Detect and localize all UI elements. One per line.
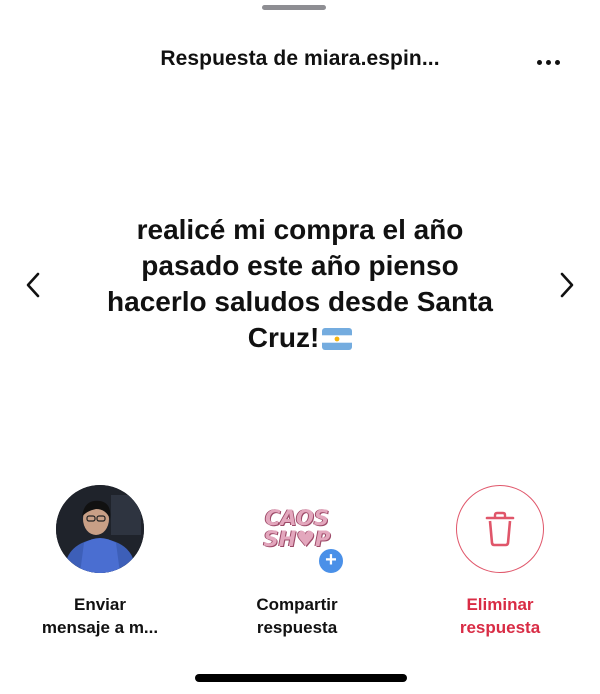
reply-sheet: Respuesta de miara.espin... realicé mi c…	[0, 0, 600, 694]
trash-icon	[485, 511, 515, 547]
avatar[interactable]	[56, 485, 144, 573]
label-line: respuesta	[256, 618, 338, 637]
share-reply-action[interactable]: CAOS SH♥P + Compartir respuesta	[222, 485, 372, 639]
more-horizontal-icon-dot	[545, 59, 551, 65]
delete-reply-action[interactable]: Eliminar respuesta	[425, 485, 575, 639]
logo-line: CAOS	[264, 506, 329, 530]
next-button[interactable]	[552, 268, 582, 302]
message-line: pasado este año pienso	[141, 250, 459, 281]
more-options-button[interactable]	[530, 50, 566, 74]
sheet-grabber[interactable]	[262, 5, 326, 10]
send-message-label: Enviar mensaje a m...	[25, 593, 175, 639]
plus-icon: +	[317, 547, 345, 575]
argentina-flag-icon	[322, 328, 353, 350]
delete-reply-label: Eliminar respuesta	[425, 593, 575, 639]
reply-message: realicé mi compra el año pasado este año…	[80, 212, 520, 356]
message-line: realicé mi compra el año	[136, 214, 464, 245]
logo-text: CAOS SH♥P	[264, 508, 331, 550]
more-horizontal-icon	[536, 59, 542, 65]
delete-button[interactable]	[456, 485, 544, 573]
message-line: hacerlo saludos desde Santa	[107, 286, 493, 317]
page-title: Respuesta de miara.espin...	[160, 47, 440, 70]
send-message-action[interactable]: Enviar mensaje a m...	[25, 485, 175, 639]
share-reply-label: Compartir respuesta	[222, 593, 372, 639]
logo-line: SH♥P	[263, 527, 331, 551]
avatar-image	[56, 485, 144, 573]
label-line: Eliminar	[466, 595, 534, 614]
chevron-left-icon	[26, 272, 40, 298]
label-line: respuesta	[459, 618, 541, 637]
more-horizontal-icon-dot	[554, 59, 560, 65]
message-line: Cruz!	[247, 322, 320, 353]
label-line: Compartir	[256, 595, 338, 614]
previous-button[interactable]	[18, 268, 48, 302]
shop-logo[interactable]: CAOS SH♥P +	[253, 485, 345, 575]
chevron-right-icon	[560, 272, 574, 298]
label-line: mensaje a m...	[41, 618, 159, 637]
home-indicator[interactable]	[195, 674, 407, 682]
label-line: Enviar	[74, 595, 126, 614]
